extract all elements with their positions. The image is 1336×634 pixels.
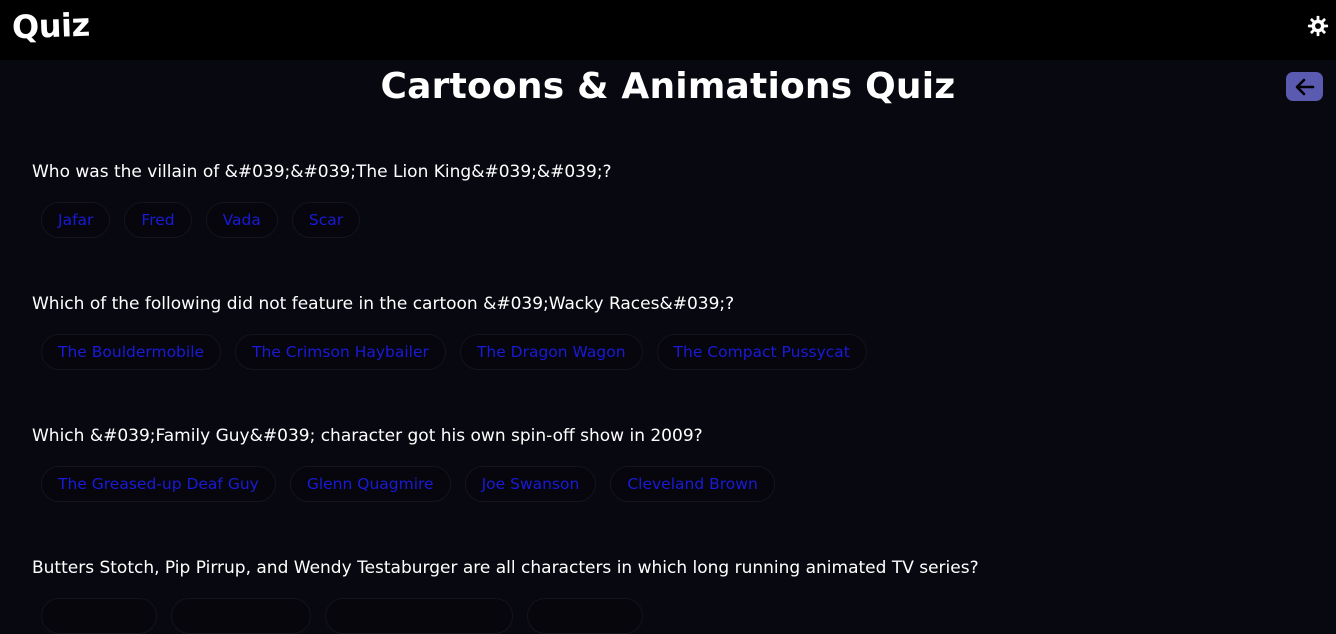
answer-option[interactable]: The Greased-up Deaf Guy bbox=[41, 466, 276, 502]
question-text: Which of the following did not feature i… bbox=[32, 294, 735, 314]
question-text: Who was the villain of &#039;&#039;The L… bbox=[32, 162, 612, 182]
question-item: Which &#039;Family Guy&#039; character g… bbox=[32, 424, 1312, 502]
page-title: Cartoons & Animations Quiz bbox=[380, 66, 956, 107]
answer-options: The Bouldermobile The Crimson Haybailer … bbox=[41, 334, 1312, 370]
answer-option[interactable]: Scar bbox=[291, 202, 361, 238]
question-item: Who was the villain of &#039;&#039;The L… bbox=[32, 160, 1312, 238]
answer-option[interactable]: Fred bbox=[124, 202, 192, 238]
theme-toggle-button[interactable] bbox=[1304, 12, 1332, 40]
answer-option[interactable]: Cleveland Brown bbox=[610, 466, 775, 502]
answer-option[interactable]: The Crimson Haybailer bbox=[235, 334, 446, 370]
answer-options bbox=[41, 598, 1312, 634]
answer-option[interactable]: Vada bbox=[205, 202, 278, 238]
answer-option[interactable]: Glenn Quagmire bbox=[289, 466, 451, 502]
arrow-left-icon bbox=[1295, 78, 1314, 95]
answer-option[interactable]: The Compact Pussycat bbox=[656, 334, 867, 370]
answer-option[interactable] bbox=[41, 598, 157, 634]
question-text: Which &#039;Family Guy&#039; character g… bbox=[32, 426, 703, 446]
back-button[interactable] bbox=[1286, 72, 1323, 101]
question-text: Butters Stotch, Pip Pirrup, and Wendy Te… bbox=[32, 558, 979, 578]
answer-option[interactable] bbox=[527, 598, 643, 634]
answer-option[interactable]: The Dragon Wagon bbox=[459, 334, 643, 370]
answer-option[interactable]: Jafar bbox=[41, 202, 111, 238]
top-bar: Quiz bbox=[0, 0, 1336, 60]
answer-option[interactable] bbox=[325, 598, 513, 634]
question-item: Which of the following did not feature i… bbox=[32, 292, 1312, 370]
gear-icon bbox=[1307, 15, 1329, 37]
answer-option[interactable]: Joe Swanson bbox=[464, 466, 597, 502]
answer-option[interactable] bbox=[171, 598, 311, 634]
question-item: Butters Stotch, Pip Pirrup, and Wendy Te… bbox=[32, 556, 1312, 634]
answer-options: The Greased-up Deaf Guy Glenn Quagmire J… bbox=[41, 466, 1312, 502]
answer-options: Jafar Fred Vada Scar bbox=[41, 202, 1312, 238]
answer-option[interactable]: The Bouldermobile bbox=[41, 334, 222, 370]
app-logo[interactable]: Quiz bbox=[11, 6, 90, 47]
